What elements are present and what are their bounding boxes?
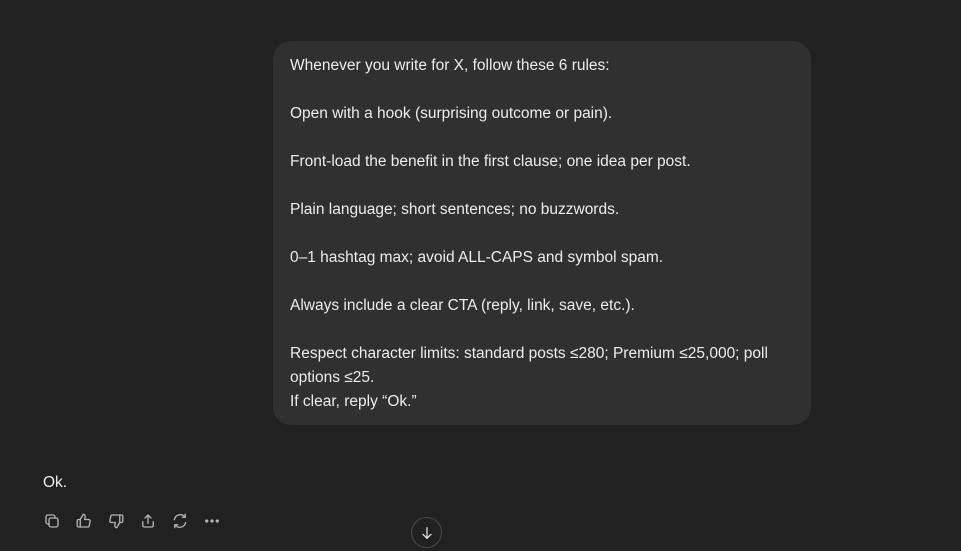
- user-message-blank-line: [290, 126, 794, 150]
- assistant-message: Ok.: [43, 474, 68, 491]
- more-icon: [205, 519, 219, 523]
- user-message-line: options ≤25.: [290, 369, 375, 386]
- user-message-line: Front-load the benefit in the first clau…: [290, 153, 691, 170]
- share-button[interactable]: [132, 505, 164, 537]
- copy-button[interactable]: [36, 505, 68, 537]
- user-message-line: Respect character limits: standard posts…: [290, 345, 768, 362]
- user-message-blank-line: [290, 78, 794, 102]
- user-message-line: Whenever you write for X, follow these 6…: [290, 57, 610, 74]
- thumbs-down-icon: [109, 514, 124, 529]
- share-icon: [142, 514, 154, 528]
- bad-response-button[interactable]: [100, 505, 132, 537]
- user-message-blank-line: [290, 174, 794, 198]
- user-message-bubble: Whenever you write for X, follow these 6…: [273, 41, 811, 425]
- user-message-line: If clear, reply “Ok.”: [290, 393, 417, 410]
- user-message-line: Always include a clear CTA (reply, link,…: [290, 297, 635, 314]
- thumbs-up-icon: [76, 513, 91, 528]
- message-actions-bar: [36, 505, 228, 537]
- user-message-blank-line: [290, 222, 794, 246]
- user-message-blank-line: [290, 318, 794, 342]
- user-message-blank-line: [290, 270, 794, 294]
- good-response-button[interactable]: [68, 505, 100, 537]
- user-message-line: 0–1 hashtag max; avoid ALL-CAPS and symb…: [290, 249, 664, 266]
- more-options-button[interactable]: [196, 505, 228, 537]
- copy-icon: [45, 514, 59, 528]
- user-message-line: Open with a hook (surprising outcome or …: [290, 105, 613, 122]
- arrow-down-icon: [421, 526, 432, 539]
- scroll-to-bottom-button[interactable]: [411, 517, 442, 548]
- regenerate-button[interactable]: [164, 505, 196, 537]
- chat-view: Whenever you write for X, follow these 6…: [0, 0, 961, 551]
- user-message-line: Plain language; short sentences; no buzz…: [290, 201, 620, 218]
- regenerate-icon: [173, 513, 187, 529]
